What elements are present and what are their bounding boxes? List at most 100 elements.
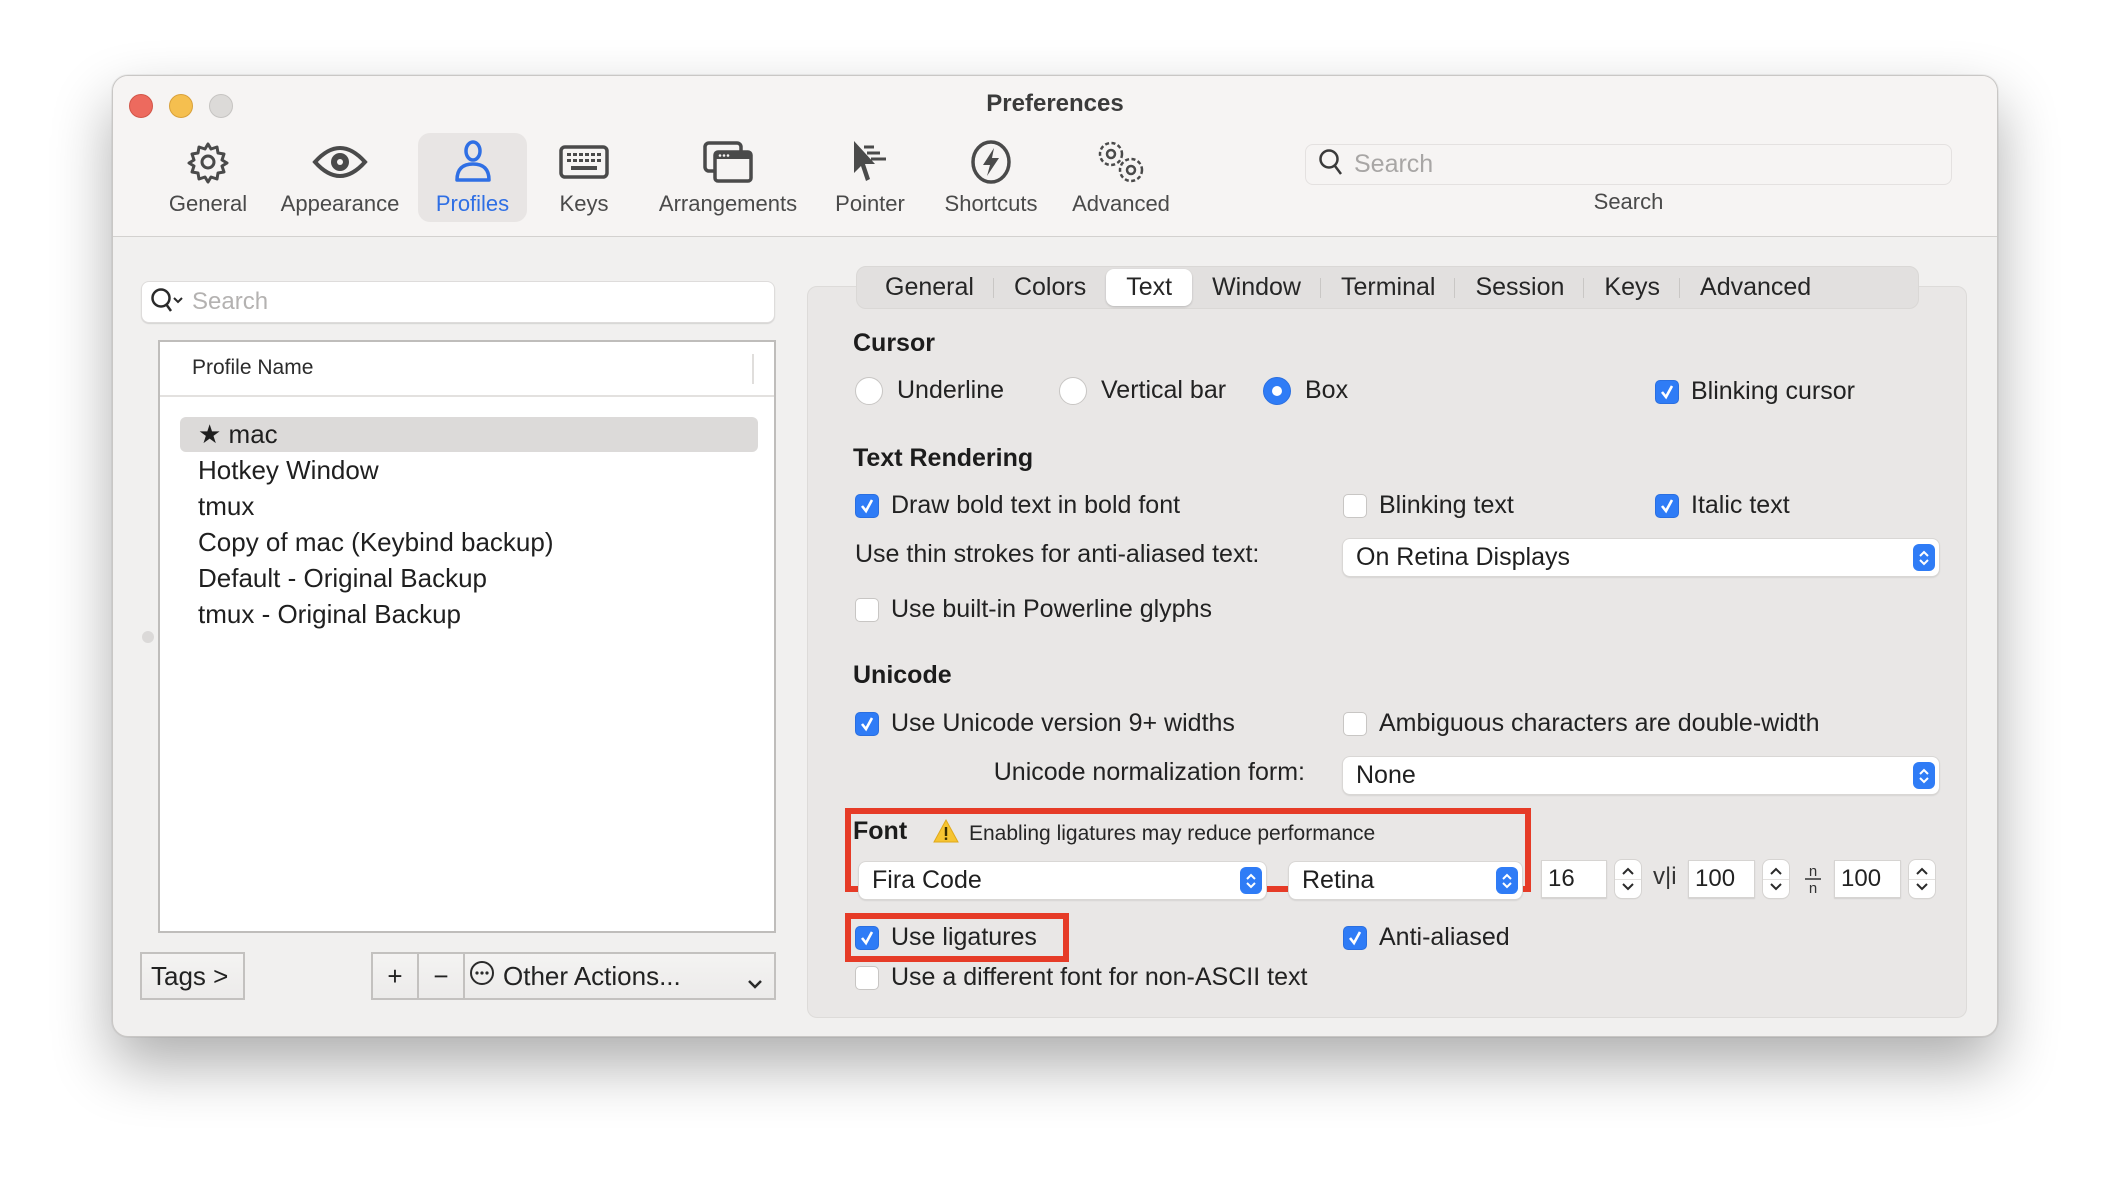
tab-terminal[interactable]: Terminal: [1321, 269, 1456, 306]
checkbox[interactable]: [1343, 925, 1367, 950]
thin-strokes-label: Use thin strokes for anti-aliased text:: [855, 540, 1260, 568]
checkbox[interactable]: [855, 597, 879, 622]
tab-keys[interactable]: Keys: [1584, 269, 1680, 306]
checkbox[interactable]: [855, 965, 879, 990]
checkbox-label: Use ligatures: [891, 923, 1037, 951]
vertical-spacing-field[interactable]: 100: [1688, 860, 1755, 898]
tab-advanced[interactable]: Advanced: [1680, 269, 1831, 306]
radio-label: Underline: [897, 376, 1005, 404]
tags-button[interactable]: Tags >: [140, 952, 245, 1000]
gears-icon: [1093, 137, 1149, 187]
tab-window[interactable]: Window: [1192, 269, 1321, 306]
checkbox-label: Blinking cursor: [1691, 377, 1855, 405]
checkbox[interactable]: [855, 925, 879, 950]
profile-search-input[interactable]: Search: [141, 281, 775, 323]
profile-tabs: General Colors Text Window Terminal Sess…: [856, 266, 1919, 309]
blinking-cursor-checkbox[interactable]: Blinking cursor: [1655, 377, 1855, 406]
toolbar-label: Pointer: [835, 191, 905, 216]
profile-row[interactable]: tmux: [180, 489, 758, 524]
normalization-select[interactable]: None: [1343, 757, 1939, 794]
search-placeholder: Search: [1354, 150, 1434, 178]
profile-row[interactable]: Default - Original Backup: [180, 561, 758, 596]
normalization-label: Unicode normalization form:: [993, 758, 1305, 786]
cursor-underline-radio[interactable]: Underline: [855, 376, 1004, 405]
toolbar-item-keys[interactable]: Keys: [549, 133, 619, 222]
toolbar-item-pointer[interactable]: Pointer: [831, 133, 909, 222]
toolbar-item-appearance[interactable]: Appearance: [278, 133, 402, 222]
checkbox[interactable]: [1655, 493, 1679, 518]
unicode-widths-checkbox[interactable]: Use Unicode version 9+ widths: [855, 709, 1235, 738]
radio-label: Vertical bar: [1101, 376, 1227, 404]
tab-colors[interactable]: Colors: [994, 269, 1106, 306]
blinking-text-checkbox[interactable]: Blinking text: [1343, 491, 1514, 520]
use-ligatures-checkbox[interactable]: Use ligatures: [855, 923, 1037, 952]
cursor-vertical-bar-radio[interactable]: Vertical bar: [1059, 376, 1226, 405]
radio-button[interactable]: [1059, 376, 1087, 405]
toolbar: Preferences General Appearance Profiles: [113, 76, 1997, 237]
toolbar-item-profiles[interactable]: Profiles: [418, 133, 527, 222]
italic-text-checkbox[interactable]: Italic text: [1655, 491, 1790, 520]
font-size-field[interactable]: 16: [1541, 860, 1607, 898]
profile-row[interactable]: Copy of mac (Keybind backup): [180, 525, 758, 560]
split-view-handle[interactable]: [142, 631, 154, 643]
person-icon: [453, 137, 493, 187]
horizontal-spacing-field[interactable]: 100: [1834, 860, 1901, 898]
warning-text: Enabling ligatures may reduce performanc…: [969, 822, 1376, 845]
select-value: None: [1356, 761, 1416, 789]
tab-text[interactable]: Text: [1106, 269, 1193, 306]
thin-strokes-select[interactable]: On Retina Displays: [1343, 539, 1939, 576]
bold-font-checkbox[interactable]: Draw bold text in bold font: [855, 491, 1180, 520]
checkbox-label: Use Unicode version 9+ widths: [891, 709, 1235, 737]
remove-profile-button[interactable]: −: [419, 954, 465, 998]
toolbar-item-general[interactable]: General: [168, 133, 248, 222]
checkbox[interactable]: [1343, 493, 1367, 518]
horizontal-spacing-stepper[interactable]: [1909, 860, 1935, 898]
add-profile-button[interactable]: +: [373, 954, 419, 998]
powerline-glyphs-checkbox[interactable]: Use built-in Powerline glyphs: [855, 595, 1212, 624]
tab-session[interactable]: Session: [1455, 269, 1585, 306]
search-icon: [1318, 148, 1344, 181]
stepper-arrows-icon: [1916, 867, 1928, 891]
search-label: Search: [1593, 189, 1664, 214]
toolbar-label: Arrangements: [658, 191, 798, 216]
search-menu-icon[interactable]: [150, 286, 186, 319]
profile-row[interactable]: Hotkey Window: [180, 453, 758, 488]
checkbox[interactable]: [855, 711, 879, 736]
profile-row[interactable]: tmux - Original Backup: [180, 597, 758, 632]
windows-icon: [702, 137, 754, 187]
non-ascii-font-checkbox[interactable]: Use a different font for non-ASCII text: [855, 963, 1307, 992]
select-value: Retina: [1302, 866, 1375, 894]
radio-button[interactable]: [1263, 376, 1291, 405]
profile-row[interactable]: ★ mac: [180, 417, 758, 452]
chevron-updown-icon: [1496, 867, 1518, 894]
toolbar-item-advanced[interactable]: Advanced: [1067, 133, 1175, 222]
other-actions-label: Other Actions...: [503, 960, 681, 991]
search-placeholder: Search: [192, 288, 269, 315]
checkbox[interactable]: [1655, 379, 1679, 404]
radio-button[interactable]: [855, 376, 883, 405]
profile-name: Copy of mac (Keybind backup): [198, 527, 554, 557]
toolbar-label: General: [168, 191, 248, 216]
keyboard-icon: [559, 137, 609, 187]
checkbox[interactable]: [1343, 711, 1367, 736]
profile-name: Hotkey Window: [198, 455, 379, 485]
font-style-select[interactable]: Retina: [1289, 862, 1522, 899]
cursor-box-radio[interactable]: Box: [1263, 376, 1348, 405]
other-actions-menu[interactable]: Other Actions...: [465, 954, 774, 998]
tab-general[interactable]: General: [865, 269, 994, 306]
font-family-select[interactable]: Fira Code: [859, 862, 1266, 899]
checkmark-icon: [860, 716, 874, 731]
checkbox[interactable]: [855, 493, 879, 518]
vertical-spacing-icon: v|i: [1653, 863, 1677, 890]
checkmark-icon: [1660, 498, 1674, 513]
font-size-stepper[interactable]: [1615, 860, 1641, 898]
column-header-profile-name[interactable]: Profile Name: [192, 356, 313, 380]
vertical-spacing-stepper[interactable]: [1763, 860, 1789, 898]
ambiguous-width-checkbox[interactable]: Ambiguous characters are double-width: [1343, 709, 1820, 738]
toolbar-item-shortcuts[interactable]: Shortcuts: [935, 133, 1047, 222]
anti-aliased-checkbox[interactable]: Anti-aliased: [1343, 923, 1510, 952]
checkbox-label: Italic text: [1691, 491, 1790, 519]
gear-icon: [186, 137, 230, 187]
preferences-search-input[interactable]: Search: [1305, 144, 1952, 185]
toolbar-item-arrangements[interactable]: Arrangements: [653, 133, 803, 222]
